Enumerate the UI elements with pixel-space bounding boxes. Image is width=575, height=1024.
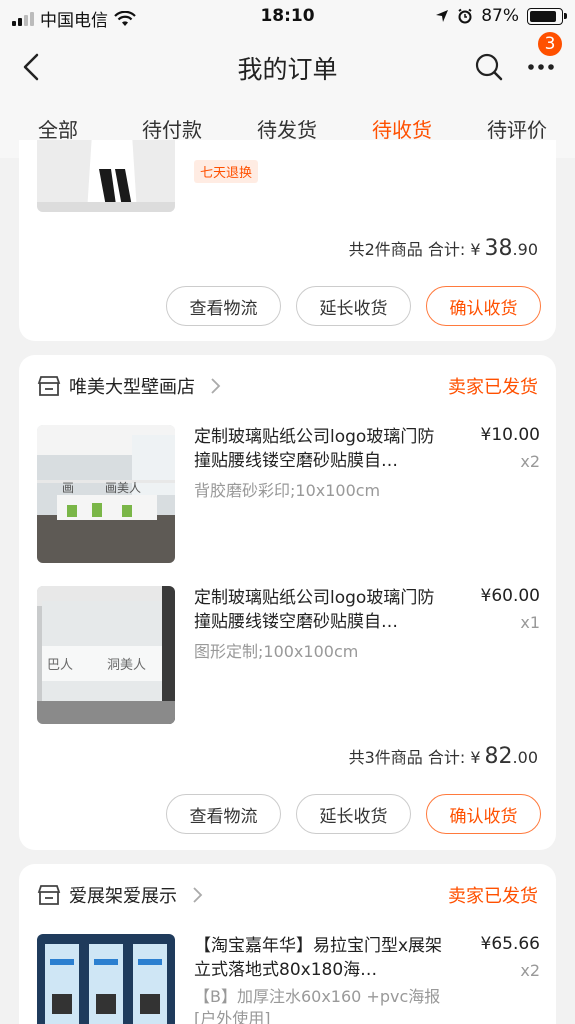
nav-bar: 我的订单	[0, 34, 575, 100]
shop-header[interactable]: 爱展架爱展示	[37, 882, 203, 908]
product-spec: 图形定制;100x100cm	[194, 642, 359, 661]
order-item[interactable]: 画 画美人 定制玻璃贴纸公司logo玻璃门防撞贴腰线镂空磨砂贴膜自… 背胶磨砂彩…	[37, 425, 540, 565]
status-right: 87%	[435, 6, 567, 26]
view-logistics-button[interactable]: 查看物流	[166, 286, 281, 326]
tab-all[interactable]: 全部	[8, 114, 108, 143]
more-icon	[528, 64, 554, 70]
shop-icon	[37, 376, 61, 396]
tab-pending-shipment[interactable]: 待发货	[237, 114, 337, 143]
order-item[interactable]: 【淘宝嘉年华】易拉宝门型x展架立式落地式80x180海… 【B】加厚注水60x1…	[37, 934, 540, 1024]
product-title[interactable]: 【淘宝嘉年华】易拉宝门型x展架立式落地式80x180海…	[194, 934, 449, 982]
order-status: 卖家已发货	[448, 886, 538, 907]
product-quantity: x2	[520, 961, 540, 980]
seven-day-return-tag: 七天退换	[194, 160, 259, 183]
tab-pending-receipt[interactable]: 待收货	[352, 114, 452, 143]
product-price: ¥10.00	[480, 425, 540, 445]
chevron-right-icon	[211, 378, 221, 394]
order-card-3[interactable]: 爱展架爱展示 卖家已发货 【淘宝嘉年华】易拉宝门型x展架立式落地式80x180海…	[19, 864, 556, 1024]
total-decimal: .90	[512, 240, 538, 259]
product-price: ¥60.00	[480, 586, 540, 606]
battery-percent: 87%	[481, 6, 519, 26]
extend-receipt-button[interactable]: 延长收货	[296, 286, 411, 326]
status-bar: 中国电信 18:10 87%	[0, 0, 575, 34]
product-thumbnail[interactable]	[37, 140, 175, 212]
battery-icon	[527, 7, 567, 25]
location-icon	[436, 10, 449, 22]
order-item[interactable]: 巴人 洞美人 定制玻璃贴纸公司logo玻璃门防撞贴腰线镂空磨砂贴膜自… 图形定制…	[37, 586, 540, 726]
order-total: 共3件商品 合计: ¥ 82.00	[349, 744, 538, 769]
product-title[interactable]: 定制玻璃贴纸公司logo玻璃门防撞贴腰线镂空磨砂贴膜自…	[194, 425, 449, 473]
confirm-receipt-button[interactable]: 确认收货	[426, 286, 541, 326]
order-card-1[interactable]: 七天退换 共2件商品 合计: ¥ 38.90 查看物流 延长收货 确认收货	[19, 140, 556, 341]
product-price: ¥65.66	[480, 934, 540, 954]
total-decimal: .00	[512, 748, 538, 767]
total-integer: 38	[484, 236, 513, 261]
search-button[interactable]	[470, 48, 508, 86]
total-prefix: 共2件商品 合计: ¥	[348, 240, 481, 259]
alarm-icon	[458, 8, 472, 24]
shop-icon	[37, 885, 61, 905]
product-title[interactable]: 定制玻璃贴纸公司logo玻璃门防撞贴腰线镂空磨砂贴膜自…	[194, 586, 449, 634]
shop-name: 爱展架爱展示	[69, 886, 177, 907]
tab-pending-review[interactable]: 待评价	[467, 114, 567, 143]
chevron-right-icon	[193, 887, 203, 903]
notification-badge: 3	[536, 30, 564, 58]
order-total: 共2件商品 合计: ¥ 38.90	[349, 236, 538, 261]
tab-pending-payment[interactable]: 待付款	[122, 114, 222, 143]
product-quantity: x1	[520, 613, 540, 632]
shop-header[interactable]: 唯美大型壁画店	[37, 373, 221, 399]
shop-name: 唯美大型壁画店	[69, 377, 195, 398]
product-thumbnail[interactable]: 画 画美人	[37, 425, 175, 563]
view-logistics-button[interactable]: 查看物流	[166, 794, 281, 834]
svg-text:洞美人: 洞美人	[107, 658, 146, 673]
total-prefix: 共3件商品 合计: ¥	[348, 748, 481, 767]
order-card-2[interactable]: 唯美大型壁画店 卖家已发货 画 画美人 定制玻璃贴纸公司logo玻璃门防撞贴腰线…	[19, 355, 556, 850]
svg-text:巴人: 巴人	[47, 658, 73, 673]
confirm-receipt-button[interactable]: 确认收货	[426, 794, 541, 834]
total-integer: 82	[484, 744, 513, 769]
product-spec: 背胶磨砂彩印;10x100cm	[194, 481, 381, 500]
order-status: 卖家已发货	[448, 377, 538, 398]
product-quantity: x2	[520, 452, 540, 471]
product-spec: 【B】加厚注水60x160 +pvc海报[户外使用]	[194, 987, 441, 1024]
extend-receipt-button[interactable]: 延长收货	[296, 794, 411, 834]
product-thumbnail[interactable]	[37, 934, 175, 1024]
svg-text:画美人: 画美人	[105, 481, 141, 495]
svg-text:画: 画	[62, 481, 74, 495]
search-icon	[475, 53, 503, 81]
product-thumbnail[interactable]: 巴人 洞美人	[37, 586, 175, 724]
